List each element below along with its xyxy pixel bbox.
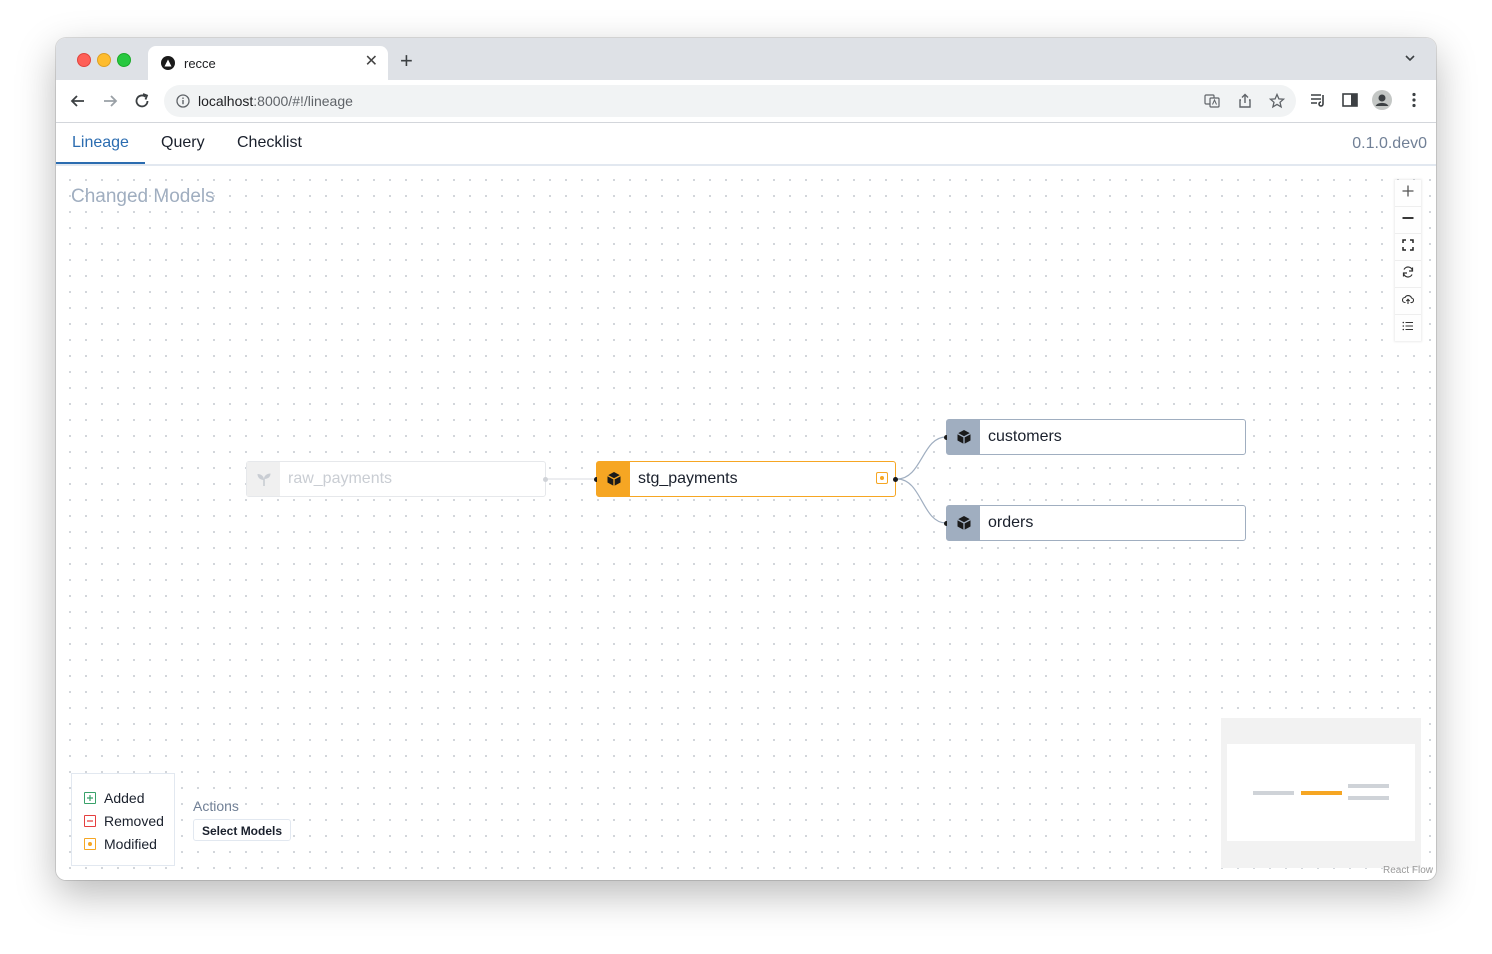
app-nav: Lineage Query Checklist 0.1.0.dev0 xyxy=(56,123,1436,166)
minimap-node-customers xyxy=(1348,784,1389,788)
cube-icon xyxy=(947,506,980,540)
cube-icon xyxy=(947,420,980,454)
minimize-window-button[interactable] xyxy=(97,53,111,67)
app-version: 0.1.0.dev0 xyxy=(1352,135,1427,152)
source-handle[interactable] xyxy=(543,477,548,482)
react-flow-attribution[interactable]: React Flow xyxy=(1383,865,1433,876)
address-bar[interactable]: localhost:8000/#!/lineage xyxy=(164,85,1296,117)
node-raw-payments[interactable]: raw_payments xyxy=(246,461,548,497)
zoom-in-button[interactable] xyxy=(1395,180,1421,207)
added-icon xyxy=(84,792,96,804)
url-host: localhost xyxy=(198,93,254,109)
back-icon[interactable] xyxy=(68,91,88,111)
minimap-node-orders xyxy=(1348,796,1389,800)
cloud-upload-icon xyxy=(1401,292,1415,310)
site-info-icon[interactable] xyxy=(176,94,190,113)
list-icon xyxy=(1402,319,1414,337)
zoom-out-icon xyxy=(1402,211,1414,229)
active-tab-indicator xyxy=(56,162,145,164)
reload-icon[interactable] xyxy=(132,91,152,111)
side-panel-icon[interactable] xyxy=(1341,91,1359,114)
fit-view-icon xyxy=(1402,238,1414,256)
bookmark-star-icon[interactable] xyxy=(1268,92,1286,114)
zoom-in-icon xyxy=(1402,184,1414,202)
tab-lineage[interactable]: Lineage xyxy=(72,134,129,152)
recce-app: Lineage Query Checklist 0.1.0.dev0 Chang… xyxy=(56,123,1436,880)
share-icon[interactable] xyxy=(1237,93,1253,114)
tab-checklist[interactable]: Checklist xyxy=(237,134,302,152)
url-path: :8000/#!/lineage xyxy=(253,93,353,109)
browser-toolbar: localhost:8000/#!/lineage xyxy=(56,80,1436,123)
actions-label: Actions xyxy=(193,798,239,814)
node-label: raw_payments xyxy=(288,470,393,487)
lineage-canvas[interactable]: Changed Models raw_payments stg_payments… xyxy=(56,166,1436,880)
legend-label: Added xyxy=(104,790,145,806)
cube-icon xyxy=(597,462,630,496)
node-label: stg_payments xyxy=(638,470,738,487)
removed-icon xyxy=(84,815,96,827)
refresh-button[interactable] xyxy=(1395,261,1421,288)
forward-icon[interactable] xyxy=(100,91,120,111)
minimap-node-raw-payments xyxy=(1253,791,1294,795)
change-legend: Added Removed Modified xyxy=(71,773,175,866)
new-tab-button[interactable]: + xyxy=(400,50,413,72)
select-models-button[interactable]: Select Models xyxy=(193,819,292,841)
modified-badge-icon xyxy=(876,472,888,484)
upload-button[interactable] xyxy=(1395,288,1421,315)
edge-stg-to-customers xyxy=(896,436,947,480)
node-label: orders xyxy=(988,514,1034,531)
seedling-icon xyxy=(247,462,280,496)
browser-window: recce ✕ + localhost:8000/#!/lineage Line… xyxy=(56,38,1436,880)
favicon-icon xyxy=(161,56,175,70)
more-menu-icon[interactable] xyxy=(1406,91,1422,114)
minimap[interactable] xyxy=(1221,718,1421,868)
source-handle[interactable] xyxy=(893,477,898,482)
legend-label: Removed xyxy=(104,813,164,829)
close-window-button[interactable] xyxy=(77,53,91,67)
browser-tab[interactable]: recce ✕ xyxy=(148,46,388,80)
zoom-out-button[interactable] xyxy=(1395,207,1421,234)
refresh-icon xyxy=(1402,265,1414,283)
tab-query[interactable]: Query xyxy=(161,134,205,152)
url-text: localhost:8000/#!/lineage xyxy=(198,93,353,109)
tab-strip: recce ✕ + xyxy=(56,38,1436,80)
reading-list-icon[interactable] xyxy=(1309,91,1327,114)
node-stg-payments[interactable]: stg_payments xyxy=(594,461,898,497)
fit-view-button[interactable] xyxy=(1395,234,1421,261)
chevron-down-icon[interactable] xyxy=(1404,51,1416,69)
modified-icon xyxy=(84,838,96,850)
minimap-node-stg-payments xyxy=(1301,791,1342,795)
tab-title: recce xyxy=(184,56,216,71)
minimap-viewport[interactable] xyxy=(1227,744,1415,841)
flow-controls xyxy=(1395,180,1421,341)
tab-close-icon[interactable]: ✕ xyxy=(365,54,378,70)
node-label: customers xyxy=(988,428,1062,445)
translate-icon[interactable] xyxy=(1204,93,1220,114)
edge-stg-to-orders xyxy=(896,478,947,524)
list-button[interactable] xyxy=(1395,315,1421,341)
node-orders[interactable]: orders xyxy=(944,505,1246,541)
profile-avatar-icon[interactable] xyxy=(1371,89,1393,116)
node-customers[interactable]: customers xyxy=(944,419,1246,455)
maximize-window-button[interactable] xyxy=(117,53,131,67)
legend-label: Modified xyxy=(104,836,157,852)
